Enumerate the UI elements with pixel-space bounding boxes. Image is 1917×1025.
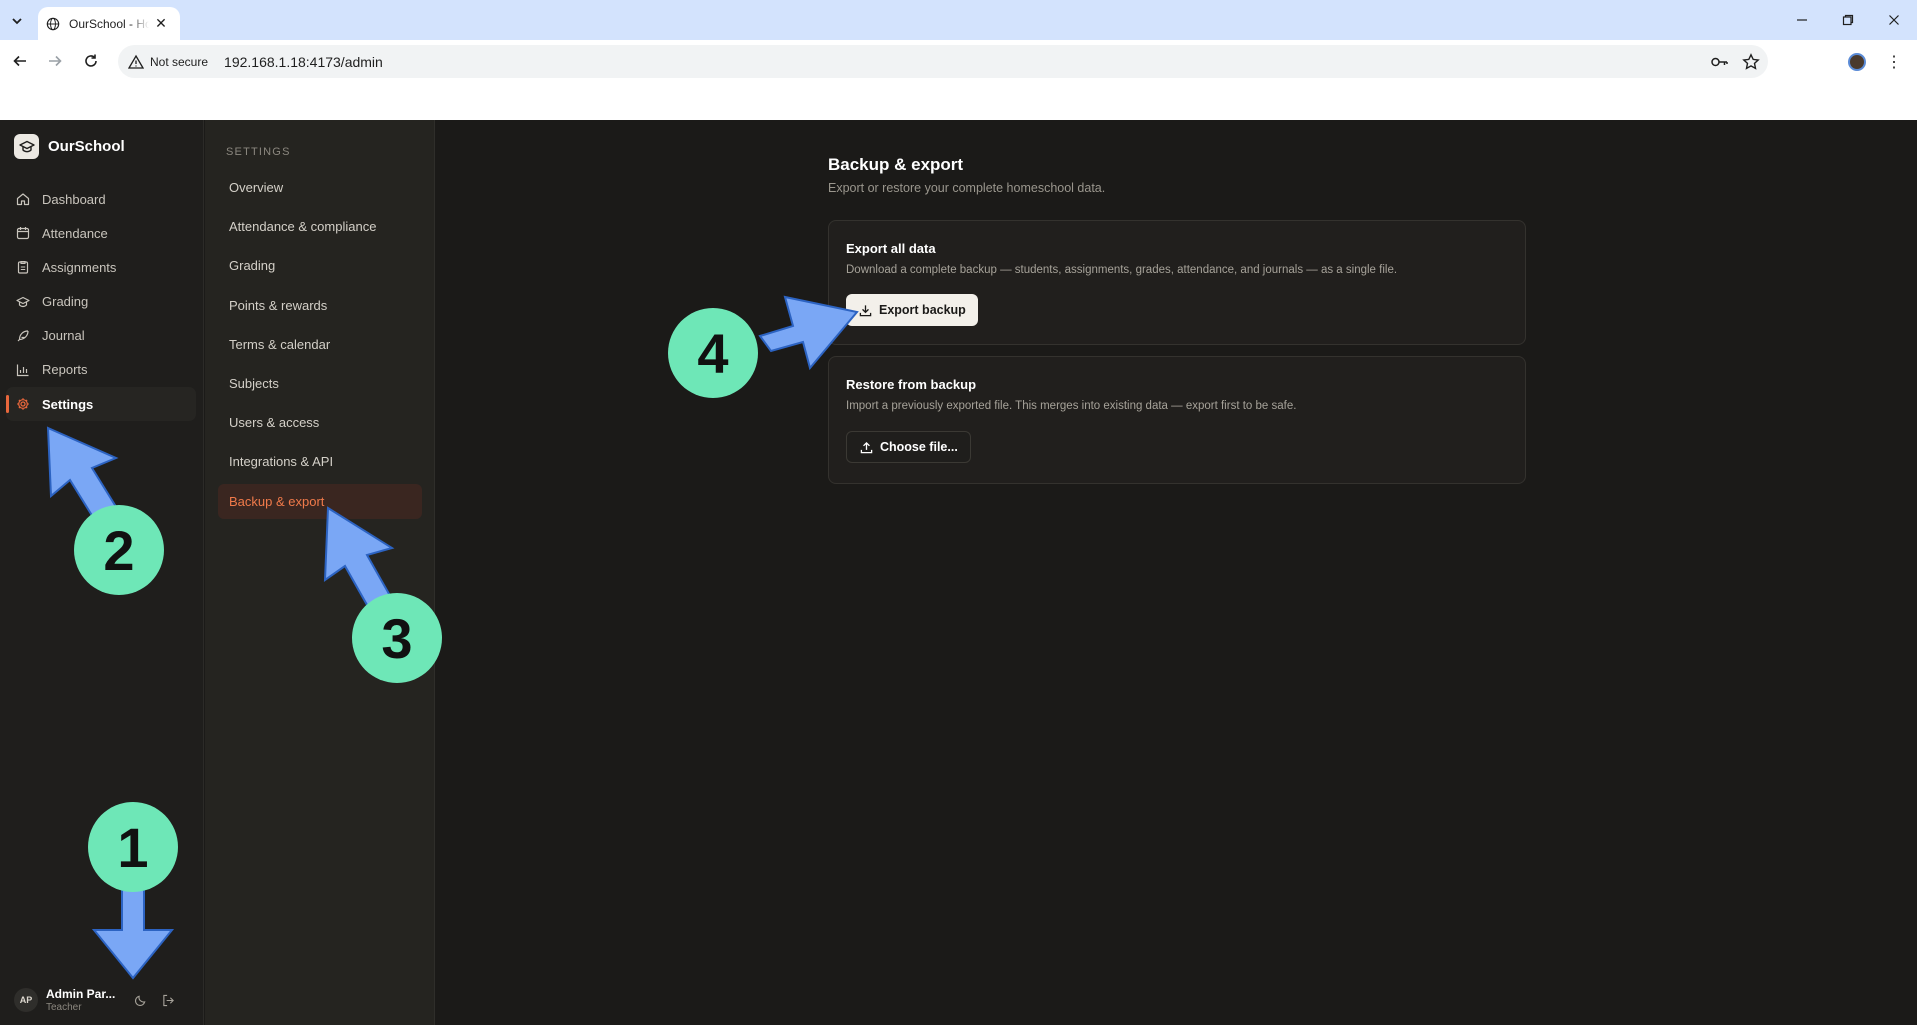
password-key-icon[interactable]: [1710, 53, 1728, 71]
browser-tab[interactable]: OurSchool - Ho ✕: [38, 7, 180, 40]
url-text[interactable]: 192.168.1.18:4173/admin: [224, 54, 383, 70]
main-sidebar: OurSchool Dashboard Attendance Assignmen…: [0, 120, 204, 1025]
settings-subnav: SETTINGS Overview Attendance & complianc…: [205, 120, 435, 1025]
logout-icon[interactable]: [160, 992, 176, 1008]
restore-card-description: Import a previously exported file. This …: [846, 400, 1297, 412]
settings-item-grading[interactable]: Grading: [218, 248, 422, 283]
nav-label: Assignments: [42, 259, 117, 275]
security-label[interactable]: Not secure: [150, 55, 208, 69]
minimize-icon[interactable]: [1787, 8, 1817, 32]
close-window-icon[interactable]: [1879, 8, 1909, 32]
browser-toolbar: Not secure 192.168.1.18:4173/admin: [0, 40, 1917, 82]
home-icon: [16, 192, 30, 206]
user-avatar[interactable]: AP: [14, 988, 38, 1012]
choose-file-label: Choose file...: [880, 440, 958, 454]
nav-item-assignments[interactable]: Assignments: [6, 250, 196, 284]
tab-close-icon[interactable]: ✕: [153, 15, 169, 32]
nav-label: Attendance: [42, 225, 108, 241]
globe-icon: [46, 17, 60, 30]
upload-icon: [859, 440, 873, 454]
settings-item-backup-export[interactable]: Backup & export: [218, 483, 422, 519]
settings-heading: SETTINGS: [226, 146, 291, 158]
restore-card-title: Restore from backup: [846, 377, 977, 392]
nav-item-journal[interactable]: Journal: [6, 319, 196, 353]
settings-item-attendance-compliance[interactable]: Attendance & compliance: [218, 209, 422, 244]
user-name: Admin Par...: [46, 987, 116, 1001]
user-panel: AP Admin Par... Teacher: [14, 985, 194, 1015]
profile-avatar[interactable]: [1848, 53, 1866, 71]
nav-item-settings[interactable]: Settings: [6, 387, 196, 422]
settings-item-terms-calendar[interactable]: Terms & calendar: [218, 327, 422, 362]
nav-label: Dashboard: [42, 191, 106, 207]
clipboard-icon: [16, 260, 30, 274]
reload-icon[interactable]: [79, 49, 103, 73]
settings-item-points-rewards[interactable]: Points & rewards: [218, 288, 422, 323]
restore-window-icon[interactable]: [1833, 8, 1863, 32]
graduation-cap-logo-icon: [14, 134, 39, 159]
main-content: Backup & export Export or restore your c…: [436, 120, 1917, 1025]
gear-icon: [16, 397, 30, 411]
nav-label: Reports: [42, 362, 88, 378]
tab-title: OurSchool - Ho: [69, 16, 149, 31]
restore-card: Restore from backup Import a previously …: [828, 356, 1526, 484]
graduation-cap-icon: [16, 295, 30, 309]
export-backup-button[interactable]: Export backup: [846, 294, 978, 326]
back-icon[interactable]: [8, 49, 32, 73]
feather-icon: [16, 329, 30, 343]
settings-item-users-access[interactable]: Users & access: [218, 405, 422, 440]
browser-tab-bar: OurSchool - Ho ✕: [0, 0, 1917, 40]
export-card: Export all data Download a complete back…: [828, 220, 1526, 345]
bar-chart-icon: [16, 363, 30, 377]
user-role: Teacher: [46, 1002, 82, 1013]
nav-item-reports[interactable]: Reports: [6, 353, 196, 387]
page-subtitle: Export or restore your complete homescho…: [828, 181, 1106, 195]
export-backup-label: Export backup: [879, 303, 966, 317]
settings-item-subjects[interactable]: Subjects: [218, 366, 422, 401]
browser-menu-icon[interactable]: ⋮: [1886, 52, 1902, 72]
nav-item-dashboard[interactable]: Dashboard: [6, 182, 196, 216]
brand[interactable]: OurSchool: [14, 134, 125, 159]
choose-file-button[interactable]: Choose file...: [846, 431, 971, 463]
bookmark-star-icon[interactable]: [1742, 53, 1760, 71]
address-bar[interactable]: Not secure 192.168.1.18:4173/admin: [118, 45, 1768, 78]
warning-icon: [128, 54, 144, 69]
calendar-icon: [16, 226, 30, 240]
nav-item-grading[interactable]: Grading: [6, 285, 196, 319]
moon-theme-toggle-icon[interactable]: [132, 992, 148, 1008]
export-card-description: Download a complete backup — students, a…: [846, 264, 1398, 276]
nav-item-attendance[interactable]: Attendance: [6, 216, 196, 250]
nav-label: Settings: [42, 396, 94, 412]
download-icon: [858, 303, 872, 317]
main-nav: Dashboard Attendance Assignments Grading…: [6, 182, 196, 422]
export-card-title: Export all data: [846, 241, 936, 256]
page-title: Backup & export: [828, 155, 964, 174]
app-root: OurSchool Dashboard Attendance Assignmen…: [0, 120, 1917, 1025]
settings-item-integrations-api[interactable]: Integrations & API: [218, 444, 422, 479]
forward-icon[interactable]: [43, 49, 67, 73]
nav-label: Journal: [42, 328, 85, 344]
nav-label: Grading: [42, 294, 89, 310]
tab-search-chevron-icon[interactable]: [6, 10, 28, 32]
brand-name: OurSchool: [48, 138, 125, 155]
settings-item-overview[interactable]: Overview: [218, 170, 422, 205]
